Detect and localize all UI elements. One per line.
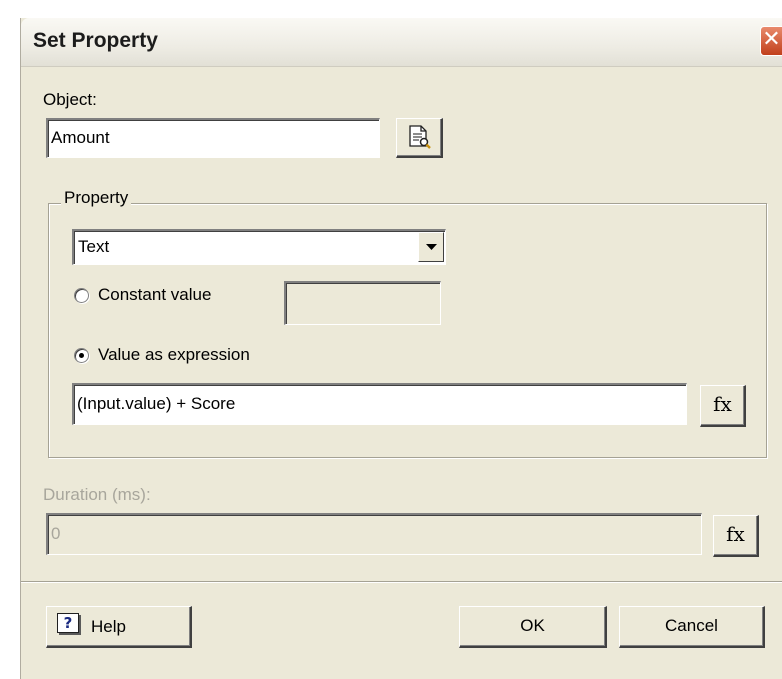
constant-value-field[interactable] bbox=[284, 281, 441, 325]
property-group-label: Property bbox=[61, 188, 132, 208]
chevron-down-icon bbox=[426, 244, 437, 250]
expression-field[interactable]: (Input.value) + Score bbox=[72, 383, 687, 425]
help-button-label: Help bbox=[91, 617, 126, 636]
dialog-title: Set Property bbox=[33, 29, 158, 52]
object-field[interactable]: Amount bbox=[46, 118, 380, 158]
duration-field[interactable]: 0 bbox=[46, 513, 702, 555]
ok-button[interactable]: OK bbox=[459, 606, 607, 648]
object-label: Object: bbox=[43, 90, 97, 109]
value-as-expression-radio[interactable] bbox=[74, 348, 89, 363]
constant-value-label: Constant value bbox=[98, 285, 212, 304]
help-book-icon: ? bbox=[57, 613, 79, 633]
close-button[interactable]: ✕ bbox=[760, 26, 782, 56]
dropdown-arrow-button[interactable] bbox=[418, 232, 444, 262]
radio-selected-dot bbox=[79, 353, 84, 358]
cancel-button[interactable]: Cancel bbox=[619, 606, 765, 648]
browse-object-button[interactable] bbox=[396, 118, 443, 158]
duration-label: Duration (ms): bbox=[43, 485, 151, 504]
constant-value-radio[interactable] bbox=[74, 288, 89, 303]
set-property-dialog: Set Property Object: Amount Property Tex… bbox=[20, 18, 782, 679]
document-browse-icon bbox=[409, 125, 431, 149]
expression-fx-button[interactable]: fx bbox=[700, 385, 746, 427]
help-button[interactable]: ? Help bbox=[46, 606, 192, 648]
value-as-expression-label: Value as expression bbox=[98, 345, 250, 364]
property-dropdown[interactable]: Text bbox=[72, 229, 446, 265]
property-selected-value: Text bbox=[78, 237, 110, 256]
duration-fx-button[interactable]: fx bbox=[713, 515, 759, 557]
title-bar[interactable]: Set Property bbox=[21, 18, 782, 67]
footer-separator bbox=[21, 581, 782, 583]
close-icon: ✕ bbox=[762, 27, 781, 52]
